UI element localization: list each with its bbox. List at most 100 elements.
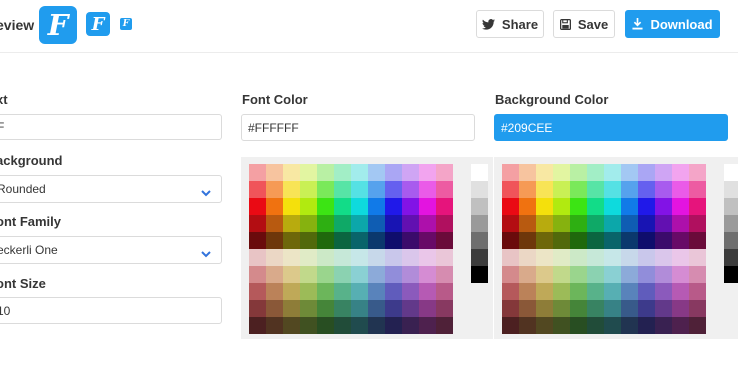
color-swatch[interactable] [587,317,604,334]
color-swatch[interactable] [638,249,655,266]
color-swatch[interactable] [570,232,587,249]
color-swatch[interactable] [351,266,368,283]
save-button[interactable]: Save [553,10,615,38]
color-swatch[interactable] [553,198,570,215]
color-swatch[interactable] [621,249,638,266]
color-swatch[interactable] [519,300,536,317]
color-swatch[interactable] [621,164,638,181]
color-swatch[interactable] [317,198,334,215]
color-swatch[interactable] [553,283,570,300]
color-swatch[interactable] [436,300,453,317]
background-color-gray-swatches[interactable] [724,164,738,283]
font-color-gray-swatches[interactable] [471,164,488,283]
color-swatch[interactable] [334,266,351,283]
color-swatch[interactable] [368,283,385,300]
color-swatch[interactable] [519,266,536,283]
color-swatch[interactable] [249,198,266,215]
color-swatch[interactable] [368,249,385,266]
color-swatch[interactable] [300,317,317,334]
color-swatch[interactable] [385,317,402,334]
color-swatch[interactable] [519,181,536,198]
color-swatch[interactable] [317,232,334,249]
font-size-input[interactable]: 10 [0,297,222,324]
color-swatch[interactable] [587,215,604,232]
font-color-swatch-grid[interactable] [249,164,453,334]
color-swatch[interactable] [570,283,587,300]
color-swatch[interactable] [570,249,587,266]
color-swatch[interactable] [300,232,317,249]
color-swatch[interactable] [621,215,638,232]
gray-swatch[interactable] [724,249,738,266]
color-swatch[interactable] [502,198,519,215]
color-swatch[interactable] [249,215,266,232]
color-swatch[interactable] [334,283,351,300]
color-swatch[interactable] [553,266,570,283]
color-swatch[interactable] [351,317,368,334]
color-swatch[interactable] [587,198,604,215]
color-swatch[interactable] [368,232,385,249]
color-swatch[interactable] [587,164,604,181]
color-swatch[interactable] [249,266,266,283]
color-swatch[interactable] [672,300,689,317]
color-swatch[interactable] [655,164,672,181]
color-swatch[interactable] [502,283,519,300]
color-swatch[interactable] [502,300,519,317]
gray-swatch[interactable] [471,266,488,283]
color-swatch[interactable] [536,317,553,334]
text-input[interactable]: F [0,114,222,140]
color-swatch[interactable] [283,232,300,249]
color-swatch[interactable] [672,232,689,249]
color-swatch[interactable] [419,181,436,198]
download-button[interactable]: Download [625,10,720,38]
color-swatch[interactable] [266,283,283,300]
color-swatch[interactable] [570,164,587,181]
background-color-input[interactable]: #209CEE [494,114,728,141]
color-swatch[interactable] [638,317,655,334]
color-swatch[interactable] [266,249,283,266]
color-swatch[interactable] [385,181,402,198]
color-swatch[interactable] [536,232,553,249]
color-swatch[interactable] [604,300,621,317]
color-swatch[interactable] [655,215,672,232]
color-swatch[interactable] [638,181,655,198]
color-swatch[interactable] [283,164,300,181]
color-swatch[interactable] [419,198,436,215]
color-swatch[interactable] [604,198,621,215]
color-swatch[interactable] [402,181,419,198]
color-swatch[interactable] [604,283,621,300]
color-swatch[interactable] [419,232,436,249]
color-swatch[interactable] [419,215,436,232]
color-swatch[interactable] [570,300,587,317]
color-swatch[interactable] [283,215,300,232]
color-swatch[interactable] [300,164,317,181]
color-swatch[interactable] [266,232,283,249]
color-swatch[interactable] [436,266,453,283]
color-swatch[interactable] [587,283,604,300]
color-swatch[interactable] [385,198,402,215]
color-swatch[interactable] [689,215,706,232]
color-swatch[interactable] [536,249,553,266]
color-swatch[interactable] [621,317,638,334]
color-swatch[interactable] [604,249,621,266]
color-swatch[interactable] [368,198,385,215]
color-swatch[interactable] [536,198,553,215]
color-swatch[interactable] [317,215,334,232]
color-swatch[interactable] [249,164,266,181]
color-swatch[interactable] [385,266,402,283]
color-swatch[interactable] [570,266,587,283]
gray-swatch[interactable] [724,232,738,249]
color-swatch[interactable] [604,266,621,283]
color-swatch[interactable] [436,215,453,232]
color-swatch[interactable] [351,198,368,215]
color-swatch[interactable] [283,283,300,300]
color-swatch[interactable] [283,300,300,317]
gray-swatch[interactable] [471,232,488,249]
color-swatch[interactable] [351,300,368,317]
color-swatch[interactable] [436,164,453,181]
color-swatch[interactable] [334,215,351,232]
color-swatch[interactable] [402,164,419,181]
color-swatch[interactable] [638,215,655,232]
color-swatch[interactable] [385,283,402,300]
color-swatch[interactable] [368,181,385,198]
color-swatch[interactable] [638,266,655,283]
